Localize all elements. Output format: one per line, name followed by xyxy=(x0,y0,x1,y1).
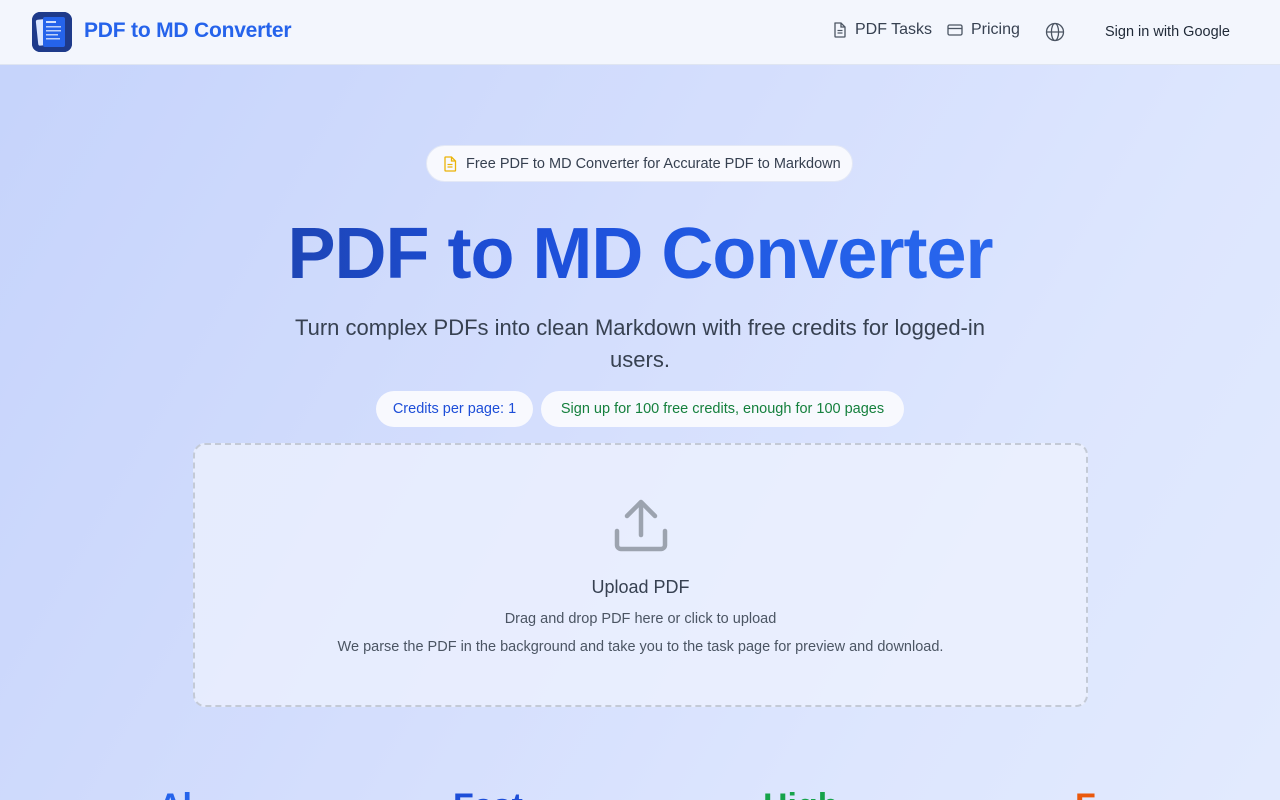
document-icon xyxy=(834,22,846,38)
language-switcher[interactable] xyxy=(1045,22,1065,47)
feature-heading-2: Fast xyxy=(453,786,523,800)
pdf-upload-dropzone[interactable]: Upload PDF Drag and drop PDF here or cli… xyxy=(193,443,1088,707)
credits-per-page-chip: Credits per page: 1 xyxy=(376,391,533,427)
nav-pricing-label: Pricing xyxy=(971,21,1020,38)
signup-credits-chip: Sign up for 100 free credits, enough for… xyxy=(541,391,904,427)
page-title: PDF to MD Converter xyxy=(0,212,1280,296)
credit-card-icon xyxy=(947,24,963,36)
brand-name[interactable]: PDF to MD Converter xyxy=(84,19,292,43)
nav-pdf-tasks-label: PDF Tasks xyxy=(855,21,933,38)
feature-heading-1: Al xyxy=(158,786,192,800)
nav-pricing[interactable]: Pricing xyxy=(947,21,1020,39)
feature-heading-3: High xyxy=(763,786,839,800)
globe-icon xyxy=(1045,22,1065,42)
feature-heading-4: F xyxy=(1075,786,1096,800)
hero-badge: Free PDF to MD Converter for Accurate PD… xyxy=(426,145,853,182)
hero-badge-text: Free PDF to MD Converter for Accurate PD… xyxy=(466,155,841,172)
top-navbar: PDF to MD Converter PDF Tasks Pricing Si… xyxy=(0,0,1280,65)
document-stack-icon xyxy=(32,12,72,52)
file-text-icon xyxy=(444,155,457,172)
hero-subtitle: Turn complex PDFs into clean Markdown wi… xyxy=(294,315,986,372)
logo[interactable] xyxy=(32,12,72,52)
nav-pdf-tasks[interactable]: PDF Tasks xyxy=(833,21,932,39)
sign-in-google-button[interactable]: Sign in with Google xyxy=(1094,14,1241,50)
upload-title: Upload PDF xyxy=(591,577,690,597)
upload-description: Drag and drop PDF here or click to uploa… xyxy=(504,611,777,627)
upload-icon xyxy=(614,499,668,552)
upload-note: We parse the PDF in the background and t… xyxy=(337,639,944,655)
